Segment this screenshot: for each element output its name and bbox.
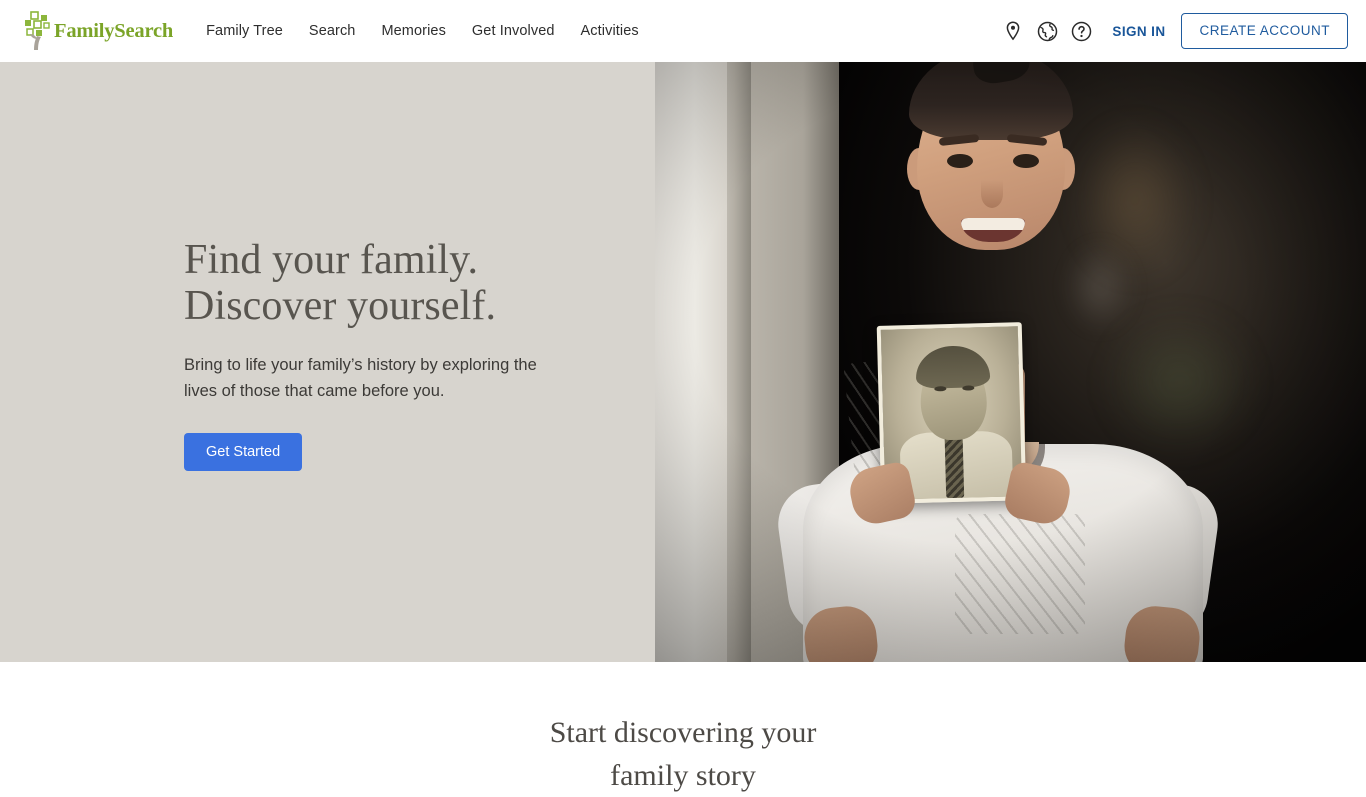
logo-wordmark: FamilySearch bbox=[54, 19, 174, 42]
nav-item-search[interactable]: Search bbox=[296, 23, 369, 39]
section-heading-line-1: Start discovering your bbox=[549, 716, 817, 749]
create-account-button[interactable]: CREATE ACCOUNT bbox=[1181, 13, 1348, 49]
main-navigation: Family Tree Search Memories Get Involved… bbox=[193, 23, 652, 39]
family-tree-squares-logo-icon bbox=[22, 11, 56, 51]
familysearch-logo[interactable]: FamilySearch bbox=[22, 9, 173, 53]
vintage-photo-necktie bbox=[944, 435, 965, 499]
hero-subheadline: Bring to life your family’s history by e… bbox=[184, 355, 537, 401]
boy-nose bbox=[981, 180, 1003, 208]
header-actions: SIGN IN CREATE ACCOUNT bbox=[996, 13, 1348, 49]
sign-in-link[interactable]: SIGN IN bbox=[1112, 24, 1165, 39]
boy-subject bbox=[655, 62, 1366, 662]
nav-item-get-involved[interactable]: Get Involved bbox=[459, 23, 568, 39]
section-heading-line-2: family story bbox=[610, 758, 756, 792]
hero-headline-line-2: Discover yourself. bbox=[184, 282, 497, 329]
discover-section: Start discovering your family story bbox=[0, 662, 1366, 792]
hero-headline-line-1: Find your family. bbox=[184, 237, 479, 283]
boy-right-eye bbox=[1013, 154, 1039, 168]
help-circle-icon[interactable] bbox=[1064, 14, 1098, 48]
nav-item-memories[interactable]: Memories bbox=[368, 23, 458, 39]
hero-section: Find your family. Discover yourself. Bri… bbox=[0, 62, 1366, 662]
hero-copy: Find your family. Discover yourself. Bri… bbox=[184, 237, 604, 472]
nav-item-activities[interactable]: Activities bbox=[568, 23, 652, 39]
boy-teeth bbox=[961, 218, 1025, 230]
location-pin-icon[interactable] bbox=[996, 14, 1030, 48]
hero-photograph bbox=[655, 62, 1366, 662]
section-heading: Start discovering your family story bbox=[0, 662, 1366, 797]
get-started-button[interactable]: Get Started bbox=[184, 432, 303, 472]
site-header: FamilySearch Family Tree Search Memories… bbox=[0, 0, 1366, 62]
boy-left-eye bbox=[947, 154, 973, 168]
tshirt-graphic-bottom bbox=[955, 514, 1085, 634]
globe-icon[interactable] bbox=[1030, 14, 1064, 48]
hero-headline: Find your family. Discover yourself. bbox=[184, 237, 604, 330]
nav-item-family-tree[interactable]: Family Tree bbox=[193, 23, 296, 39]
